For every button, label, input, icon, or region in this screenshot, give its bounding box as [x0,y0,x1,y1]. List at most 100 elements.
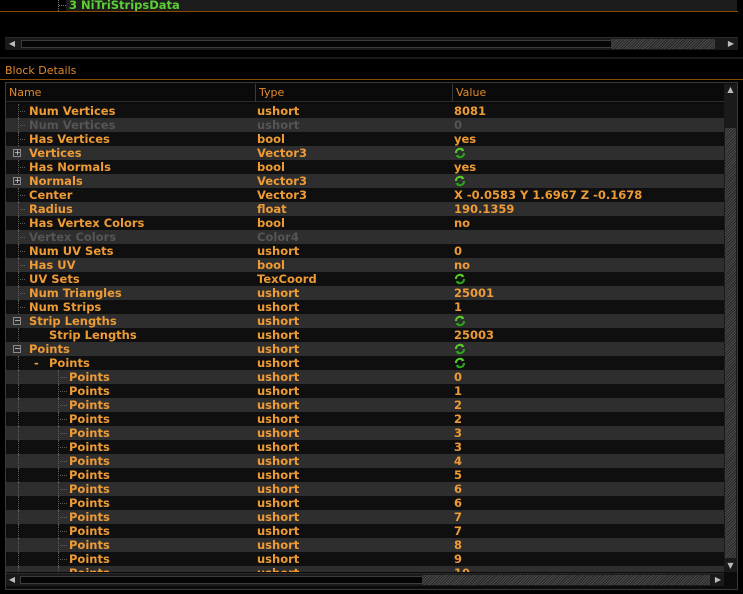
expand-icon[interactable]: + [13,149,21,157]
table-row[interactable]: Num Strips ushort 1 [6,300,724,314]
scroll-thumb[interactable] [725,128,736,558]
cell-value[interactable]: 1 [454,300,722,314]
table-row[interactable]: Points ushort 7 [6,524,724,538]
scroll-up-arrow-icon[interactable]: ▲ [724,84,737,96]
expand-icon[interactable]: + [13,177,21,185]
cell-value[interactable]: 0 [454,244,722,258]
cell-value[interactable] [454,342,722,356]
table-row[interactable]: Points ushort10 [6,566,724,572]
grid-hscrollbar[interactable]: ◀ ▶ [6,573,724,586]
table-row[interactable]: + Vertices Vector3 [6,146,724,160]
cell-value[interactable]: 25001 [454,286,722,300]
column-header-type[interactable]: Type [256,84,453,101]
table-row[interactable]: Has UV bool no [6,258,724,272]
scroll-left-arrow-icon[interactable]: ◀ [6,574,18,586]
cell-value[interactable] [454,146,722,160]
field-name: Radius [29,202,73,216]
cell-value[interactable]: 7 [454,524,722,538]
cell-value[interactable]: 5 [454,468,722,482]
cell-value[interactable]: 1 [454,384,722,398]
tree-hscrollbar[interactable]: ◀ ▶ [5,37,738,50]
scroll-right-arrow-icon[interactable]: ▶ [712,574,724,586]
tree-row-selected[interactable]: 3 NiTriStripsData [0,0,737,12]
scroll-right-arrow-icon[interactable]: ▶ [725,38,737,50]
cell-value[interactable]: 4 [454,454,722,468]
cell-value[interactable]: X -0.0583 Y 1.6967 Z -0.1678 [454,188,722,202]
splitter[interactable] [0,57,743,59]
table-row[interactable]: Num Triangles ushort 25001 [6,286,724,300]
table-row[interactable]: Has Normals bool yes [6,160,724,174]
table-row[interactable]: Points ushort 8 [6,538,724,552]
table-row[interactable]: Points ushort 6 [6,496,724,510]
cell-value[interactable]: 0 [454,370,722,384]
table-row[interactable]: Center Vector3 X -0.0583 Y 1.6967 Z -0.167… [6,188,724,202]
link-icon[interactable] [454,357,466,369]
table-row[interactable]: Points ushort 1 [6,384,724,398]
table-row[interactable]: Points ushort 7 [6,510,724,524]
link-icon[interactable] [454,315,466,327]
cell-value[interactable]: no [454,258,722,272]
collapse-icon[interactable]: − [13,317,21,325]
table-row[interactable]: Has Vertex Colors bool no [6,216,724,230]
collapse-icon[interactable]: - [34,356,39,370]
tree-guide [18,251,25,252]
table-row[interactable]: Points ushort 3 [6,426,724,440]
table-row[interactable]: Points ushort 2 [6,412,724,426]
column-header-name[interactable]: Name [6,84,256,101]
table-row[interactable]: Has Vertices bool yes [6,132,724,146]
cell-value[interactable]: 7 [454,510,722,524]
scroll-down-arrow-icon[interactable]: ▼ [724,560,737,572]
link-icon[interactable] [454,175,466,187]
cell-value[interactable]: 3 [454,440,722,454]
table-row[interactable]: − Strip Lengths ushort [6,314,724,328]
table-row[interactable]: Num UV Sets ushort 0 [6,244,724,258]
table-row[interactable]: - Points ushort [6,356,724,370]
table-row[interactable]: Points ushort 2 [6,398,724,412]
table-row[interactable]: Radius float 190.1359 [6,202,724,216]
table-row[interactable]: − Points ushort [6,342,724,356]
table-row[interactable]: Num Vertices ushort 0 [6,118,724,132]
table-row[interactable]: Points ushort 5 [6,468,724,482]
cell-value[interactable] [454,272,722,286]
cell-value[interactable] [454,230,722,244]
cell-value[interactable]: 0 [454,118,722,132]
table-row[interactable]: Points ushort 4 [6,454,724,468]
cell-name: Num Triangles [6,286,255,300]
cell-value[interactable]: 9 [454,552,722,566]
cell-value[interactable] [454,356,722,370]
grid-vscrollbar[interactable]: ▲ ▼ [724,84,737,572]
cell-value[interactable]: no [454,216,722,230]
cell-value[interactable]: 6 [454,482,722,496]
table-row[interactable]: Vertex Colors Color4 [6,230,724,244]
link-icon[interactable] [454,343,466,355]
cell-value[interactable]: yes [454,132,722,146]
table-row[interactable]: UV Sets TexCoord [6,272,724,286]
cell-value[interactable]: 8081 [454,104,722,118]
link-icon[interactable] [454,273,466,285]
cell-value[interactable]: 6 [454,496,722,510]
cell-value[interactable]: 2 [454,398,722,412]
table-row[interactable]: Points ushort 9 [6,552,724,566]
table-row[interactable]: Points ushort 6 [6,482,724,496]
table-row[interactable]: Strip Lengths ushort 25003 [6,328,724,342]
cell-value[interactable]: 3 [454,426,722,440]
cell-value[interactable] [454,314,722,328]
cell-value[interactable]: 10 [454,566,722,572]
cell-value[interactable]: 190.1359 [454,202,722,216]
table-row[interactable]: Num Vertices ushort 8081 [6,104,724,118]
scroll-thumb[interactable] [422,575,710,585]
cell-value[interactable]: 8 [454,538,722,552]
cell-value[interactable] [454,174,722,188]
column-header-value[interactable]: Value [453,84,724,101]
value-text: 25001 [454,286,495,300]
link-icon[interactable] [454,147,466,159]
table-row[interactable]: Points ushort 3 [6,440,724,454]
table-row[interactable]: Points ushort 0 [6,370,724,384]
cell-value[interactable]: 25003 [454,328,722,342]
cell-value[interactable]: 2 [454,412,722,426]
scroll-left-arrow-icon[interactable]: ◀ [6,38,18,50]
scroll-thumb[interactable] [611,39,715,49]
table-row[interactable]: + Normals Vector3 [6,174,724,188]
cell-value[interactable]: yes [454,160,722,174]
collapse-icon[interactable]: − [13,345,21,353]
